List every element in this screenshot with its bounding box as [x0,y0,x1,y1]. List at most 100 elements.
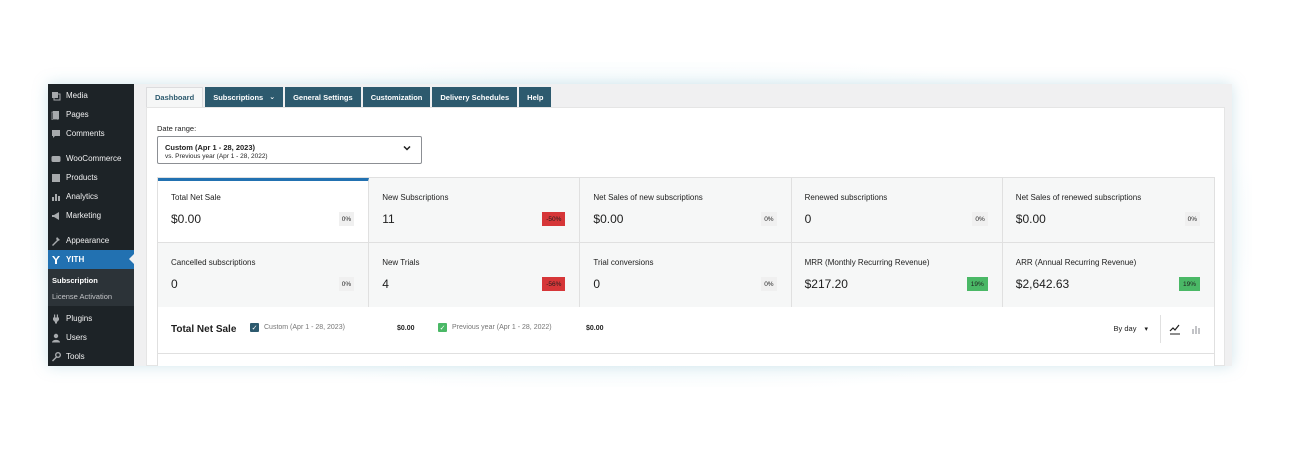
sidebar-item-label: YITH [66,255,85,264]
sidebar-item-label: Users [66,333,87,342]
change-badge: 0% [761,212,777,226]
sidebar-item-label: Comments [66,129,105,138]
divider [1160,315,1161,343]
chart-area [157,353,1215,366]
summary-card-total-net-sale[interactable]: Total Net Sale $0.00 0% [158,178,370,243]
sidebar-item-marketing[interactable]: Marketing [48,206,134,225]
marketing-icon [50,210,61,221]
change-badge: 0% [972,212,988,226]
summary-card-mrr[interactable]: MRR (Monthly Recurring Revenue) $217.20 … [791,243,1003,308]
card-label: Renewed subscriptions [804,193,888,202]
sidebar-item-comments[interactable]: Comments [48,124,134,143]
card-label: New Trials [382,258,420,267]
tab-subscriptions[interactable]: Subscriptions ⌄ [205,87,284,107]
summary-card-new-subscriptions[interactable]: New Subscriptions 11 -50% [369,178,581,243]
chart-title: Total Net Sale [171,324,237,335]
sidebar-item-yith[interactable]: YITH [48,250,134,269]
summary-card-trial-conversions[interactable]: Trial conversions 0 0% [580,243,792,308]
change-badge: 0% [338,212,355,226]
sidebar-item-label: Marketing [66,211,102,220]
summary-card-renewed-subscriptions[interactable]: Renewed subscriptions 0 0% [791,178,1003,243]
products-icon [50,172,61,183]
summary-card-arr[interactable]: ARR (Annual Recurring Revenue) $2,642.63… [1002,243,1214,308]
sidebar-item-media[interactable]: Media [48,86,134,105]
dashboard-panel: Date range: Custom (Apr 1 - 28, 2023) vs… [146,107,1225,366]
sidebar-item-tools[interactable]: Tools [48,347,134,366]
interval-select[interactable]: By day ▾ [1114,324,1148,333]
checkbox-checked-icon: ✓ [438,323,447,332]
sidebar-item-label: Pages [66,110,89,119]
legend-value: $0.00 [397,325,415,332]
change-badge: 19% [966,277,988,291]
tab-label: Subscriptions [213,92,264,102]
comments-icon [50,128,61,139]
tab-delivery-schedules[interactable]: Delivery Schedules [432,87,518,107]
tab-label: Help [527,92,544,102]
sidebar-item-label: Appearance [66,236,110,245]
settings-tabs: Dashboard Subscriptions ⌄ General Setting… [146,87,553,107]
pages-icon [50,109,61,120]
tools-icon [50,351,61,362]
woocommerce-icon [50,153,61,164]
summary-grid: Total Net Sale $0.00 0% New Subscription… [157,177,1215,308]
legend-label: Custom (Apr 1 - 28, 2023) [264,324,345,331]
sidebar-item-plugins[interactable]: Plugins [48,309,134,328]
change-badge: -56% [542,277,566,291]
card-value: 0 [593,277,601,291]
summary-card-net-sales-new[interactable]: Net Sales of new subscriptions $0.00 0% [580,178,792,243]
tab-customization[interactable]: Customization [362,87,431,107]
sidebar-item-label: Analytics [66,192,99,201]
card-value: $0.00 [1015,212,1046,226]
summary-card-cancelled-subscriptions[interactable]: Cancelled subscriptions 0 0% [158,243,370,308]
sidebar-item-products[interactable]: Products [48,168,134,187]
card-label: MRR (Monthly Recurring Revenue) [804,258,930,267]
sidebar-item-pages[interactable]: Pages [48,105,134,124]
change-badge: -50% [542,212,566,226]
submenu-item-subscription[interactable]: Subscription [48,272,134,288]
sidebar-item-woocommerce[interactable]: WooCommerce [48,149,134,168]
card-label: ARR (Annual Recurring Revenue) [1015,258,1137,267]
sidebar-item-appearance[interactable]: Appearance [48,231,134,250]
change-badge: 0% [761,277,777,291]
checkbox-checked-icon: ✓ [250,323,259,332]
tab-help[interactable]: Help [519,87,552,107]
card-value: $0.00 [593,212,624,226]
summary-card-new-trials[interactable]: New Trials 4 -56% [369,243,581,308]
app-window: Media Pages Comments WooCommerce Product… [48,84,1232,366]
legend-label: Previous year (Apr 1 - 28, 2022) [452,324,552,331]
card-label: Trial conversions [593,258,654,267]
summary-card-net-sales-renewed[interactable]: Net Sales of renewed subscriptions $0.00… [1002,178,1214,243]
card-value: 0 [171,277,178,291]
sidebar-item-users[interactable]: Users [48,328,134,347]
media-icon [50,90,61,101]
legend-item-previous[interactable]: ✓ Previous year (Apr 1 - 28, 2022) [438,323,552,332]
change-badge: 19% [1178,277,1200,291]
appearance-icon [50,235,61,246]
card-value: 11 [382,212,395,226]
date-range-value: Custom (Apr 1 - 28, 2023) [165,143,256,152]
yith-submenu: Subscription License Activation [48,269,134,306]
sidebar-item-label: WooCommerce [66,154,122,163]
card-label: Net Sales of renewed subscriptions [1015,193,1142,202]
main-content: Dashboard Subscriptions ⌄ General Setting… [146,84,1232,366]
legend-value: $0.00 [586,325,604,332]
tab-dashboard[interactable]: Dashboard [146,87,204,107]
tab-label: Dashboard [155,93,195,102]
date-range-compare: vs. Previous year (Apr 1 - 28, 2022) [165,153,268,160]
line-chart-icon[interactable] [1169,322,1181,335]
chevron-down-icon [402,143,412,156]
card-value: 0 [804,212,812,226]
tab-general-settings[interactable]: General Settings [285,87,361,107]
submenu-item-license-activation[interactable]: License Activation [48,288,134,304]
date-range-select[interactable]: Custom (Apr 1 - 28, 2023) vs. Previous y… [157,136,422,164]
sidebar-item-analytics[interactable]: Analytics [48,187,134,206]
legend-item-current[interactable]: ✓ Custom (Apr 1 - 28, 2023) [250,323,345,332]
card-value: $2,642.63 [1015,277,1070,291]
date-range-label: Date range: [157,124,197,133]
card-value: $217.20 [804,277,848,291]
plugins-icon [50,313,61,324]
tab-label: Customization [370,92,423,102]
card-label: New Subscriptions [382,193,449,202]
bar-chart-icon[interactable] [1190,322,1202,334]
chevron-down-icon: ▾ [1144,325,1148,333]
